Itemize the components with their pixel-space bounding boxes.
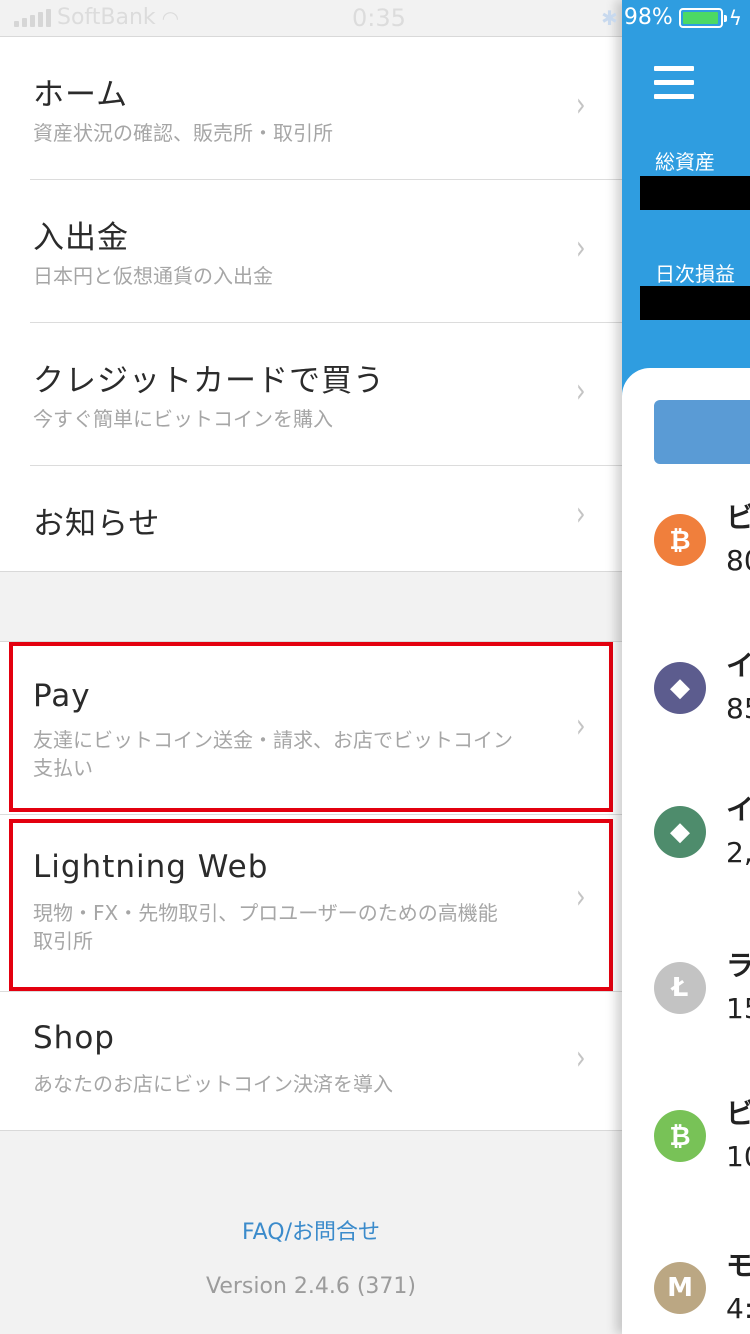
coin-value: 4: bbox=[726, 1292, 750, 1325]
coin-name: イ bbox=[726, 793, 750, 826]
card-action-button[interactable] bbox=[654, 400, 750, 464]
coin-name: モ bbox=[726, 1249, 750, 1282]
chevron-right-icon: › bbox=[576, 1038, 586, 1078]
bluetooth-icon: ✱ bbox=[601, 5, 618, 30]
coin-name: ビ bbox=[726, 501, 750, 534]
menu-item-title: お知らせ bbox=[33, 506, 161, 542]
menu-item-title: クレジットカードで買う bbox=[33, 363, 385, 399]
bitcoin-icon: ₿ bbox=[654, 514, 706, 566]
menu-item-subtitle: 資産状況の確認、販売所・取引所 bbox=[33, 121, 333, 145]
coin-value: 85 bbox=[726, 692, 750, 725]
chevron-right-icon: › bbox=[576, 371, 586, 411]
faq-link[interactable]: FAQ/お問合せ bbox=[0, 1214, 622, 1246]
chevron-right-icon: › bbox=[576, 228, 586, 268]
hamburger-menu-icon[interactable] bbox=[654, 66, 694, 102]
monacoin-icon: M bbox=[654, 1262, 706, 1314]
menu-item-shop[interactable]: Shop あなたのお店にビットコイン決済を導入 › bbox=[0, 992, 622, 1130]
carrier-info: SoftBank ◠ bbox=[14, 5, 179, 30]
bitcoin-cash-icon: ₿ bbox=[654, 1110, 706, 1162]
status-bar: SoftBank ◠ 0:35 ✱ 98% ϟ bbox=[0, 0, 750, 38]
carrier-name: SoftBank bbox=[57, 5, 156, 30]
daily-pl-label: 日次損益 bbox=[655, 262, 735, 286]
coin-value: 80 bbox=[726, 544, 750, 577]
status-time: 0:35 bbox=[352, 4, 406, 32]
menu-item-subtitle: あなたのお店にビットコイン決済を導入 bbox=[33, 1072, 393, 1096]
menu-item-title: 入出金 bbox=[33, 220, 129, 256]
total-assets-label: 総資産 bbox=[655, 150, 715, 174]
litecoin-icon: Ł bbox=[654, 962, 706, 1014]
coin-name: イ bbox=[726, 649, 750, 682]
menu-item-subtitle: 日本円と仮想通貨の入出金 bbox=[33, 264, 273, 288]
menu-item-subtitle: 今すぐ簡単にビットコインを購入 bbox=[33, 407, 333, 431]
redacted-total-assets bbox=[640, 176, 750, 210]
menu-item-home[interactable]: ホーム 資産状況の確認、販売所・取引所 › bbox=[0, 37, 622, 179]
redacted-daily-pl bbox=[640, 286, 750, 320]
menu-item-title: Shop bbox=[33, 1020, 115, 1056]
chevron-right-icon: › bbox=[576, 85, 586, 125]
signal-icon bbox=[14, 8, 51, 27]
coin-name: ビ bbox=[726, 1097, 750, 1130]
menu-group-main: ホーム 資産状況の確認、販売所・取引所 › 入出金 日本円と仮想通貨の入出金 ›… bbox=[0, 36, 622, 572]
wifi-icon: ◠ bbox=[161, 5, 180, 30]
battery-icon bbox=[678, 7, 727, 28]
main-screen-preview[interactable]: 総資産 日次損益 ₿ ビ 80 ◆ イ 85 ◆ イ 2, Łラ 15 ₿ ビ 10 Mモ 4: bbox=[622, 0, 750, 1334]
side-menu: ホーム 資産状況の確認、販売所・取引所 › 入出金 日本円と仮想通貨の入出金 ›… bbox=[0, 0, 622, 1334]
charging-icon: ϟ bbox=[728, 5, 742, 30]
menu-item-news[interactable]: お知らせ › bbox=[0, 466, 622, 571]
coin-name: ラ bbox=[726, 949, 750, 982]
highlight-box-lightning-web bbox=[9, 819, 613, 991]
highlight-box-pay bbox=[9, 642, 613, 812]
coin-value: 10 bbox=[726, 1140, 750, 1173]
app-version: Version 2.4.6 (371) bbox=[205, 1274, 417, 1299]
menu-item-credit-card[interactable]: クレジットカードで買う 今すぐ簡単にビットコインを購入 › bbox=[0, 323, 622, 465]
ethereum-classic-icon: ◆ bbox=[654, 806, 706, 858]
chevron-right-icon: › bbox=[576, 494, 586, 534]
battery-percent: 98% bbox=[623, 5, 673, 30]
menu-item-deposit-withdraw[interactable]: 入出金 日本円と仮想通貨の入出金 › bbox=[0, 180, 622, 322]
ethereum-icon: ◆ bbox=[654, 662, 706, 714]
coin-value: 15 bbox=[726, 992, 750, 1025]
coin-value: 2, bbox=[726, 836, 750, 869]
menu-item-title: ホーム bbox=[33, 77, 129, 113]
